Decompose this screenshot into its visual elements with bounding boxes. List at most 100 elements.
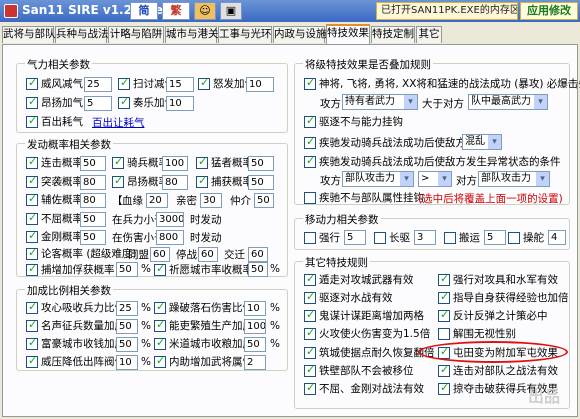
- other-rule-7[interactable]: 火攻使火伤害变为1.5倍: [304, 326, 430, 342]
- lunke-row[interactable]: 论客概率 (超级难度): [26, 246, 137, 262]
- checkbox[interactable]: [26, 262, 38, 276]
- banyun-row[interactable]: 搬运: [444, 230, 480, 246]
- other-rule-4[interactable]: 指导自身获得经验也加倍: [438, 290, 569, 306]
- checkbox[interactable]: [154, 300, 166, 314]
- other-rule-2[interactable]: 强行对攻具和水军有效: [438, 272, 558, 288]
- stack-rule-3[interactable]: 疾驰发动骑兵战法成功后使敌方: [304, 135, 466, 151]
- saotao-input[interactable]: 15: [166, 77, 194, 92]
- checkbox[interactable]: [438, 327, 450, 340]
- checkbox[interactable]: [118, 76, 130, 90]
- caoduo-input[interactable]: 4: [548, 230, 566, 245]
- angyang2-row[interactable]: 昂扬概率: [112, 174, 169, 190]
- simplified-button[interactable]: 简: [130, 2, 158, 20]
- tab-strategy[interactable]: 计略与陷阱: [108, 26, 164, 43]
- checkbox[interactable]: [26, 318, 38, 332]
- buhuo-input[interactable]: 50: [248, 175, 274, 190]
- checkbox[interactable]: [154, 262, 166, 276]
- checkbox[interactable]: [508, 231, 520, 244]
- luoshi-input[interactable]: 10: [244, 301, 266, 316]
- angyang2-input[interactable]: 80: [162, 175, 188, 190]
- neizhu-input[interactable]: 2: [244, 355, 266, 370]
- tab-skill-effects[interactable]: 特技效果: [326, 24, 370, 44]
- fuhao-row[interactable]: 富豪城市收钱加成: [26, 336, 125, 352]
- apply-button[interactable]: 应用修改: [520, 2, 578, 20]
- r1-defender-select[interactable]: 队中最高武力: [468, 94, 548, 110]
- nufa-input[interactable]: 10: [246, 77, 274, 92]
- tab-works[interactable]: 工事与光环: [218, 26, 272, 43]
- checkbox[interactable]: [196, 174, 208, 188]
- jingang-row[interactable]: 金刚概率: [26, 229, 83, 245]
- checkbox[interactable]: [438, 308, 450, 322]
- mengzhe-row[interactable]: 猛者概率: [196, 155, 253, 171]
- checkbox[interactable]: [304, 191, 316, 204]
- buzhuo-input[interactable]: 50: [116, 262, 138, 277]
- checkbox[interactable]: [26, 114, 38, 128]
- weifeng-input[interactable]: 25: [84, 77, 112, 92]
- checkbox[interactable]: [26, 336, 38, 350]
- checkbox[interactable]: [304, 290, 316, 304]
- checkbox[interactable]: [444, 231, 456, 244]
- checkbox[interactable]: [26, 76, 38, 90]
- nengli-input[interactable]: 100: [244, 319, 266, 334]
- settings-icon[interactable]: ▣: [220, 2, 242, 20]
- baichu-link[interactable]: 百出让耗气: [92, 115, 145, 130]
- weifeng-row[interactable]: 威风减气: [26, 76, 83, 92]
- checkbox[interactable]: [304, 381, 316, 395]
- stack-rule-1[interactable]: 神将, 飞将, 勇将, XX将和猛速的战法成功 (暴攻) 必爆击条件: [304, 76, 580, 92]
- r1-attacker-select[interactable]: 持有者武力: [342, 94, 418, 110]
- buqu-input[interactable]: 50: [80, 212, 106, 227]
- tab-other[interactable]: 其它: [416, 26, 442, 43]
- baichu-row[interactable]: 百出耗气: [26, 114, 83, 130]
- fuhao-input[interactable]: 50: [116, 337, 138, 352]
- r4-defender-select[interactable]: 部队攻击力: [478, 171, 550, 187]
- checkbox[interactable]: [304, 135, 316, 149]
- tab-domestic[interactable]: 内政与设施: [273, 26, 327, 43]
- qibing-input[interactable]: 100: [162, 156, 188, 171]
- gongxin-row[interactable]: 攻心吸收兵力比例: [26, 300, 125, 316]
- weiya-row[interactable]: 威压降低出阵阀值: [26, 354, 125, 370]
- checkbox[interactable]: [196, 155, 208, 169]
- checkbox[interactable]: [438, 363, 450, 377]
- zouyue-input[interactable]: 10: [166, 96, 194, 111]
- jingang-input[interactable]: 50: [80, 230, 106, 245]
- fuzuo-row[interactable]: 辅佐概率: [26, 192, 83, 208]
- angyang-input[interactable]: 5: [84, 96, 112, 111]
- other-rule-1[interactable]: 遁走对攻城武器有效: [304, 272, 414, 288]
- caoduo-row[interactable]: 操舵: [508, 230, 544, 246]
- zhongjie-input[interactable]: 50: [254, 193, 274, 208]
- checkbox[interactable]: [26, 300, 38, 314]
- avatar-icon[interactable]: ☺: [194, 2, 216, 20]
- r3-status-select[interactable]: 混乱: [462, 134, 502, 150]
- buzhuo-row[interactable]: 捕增加俘获概率: [26, 262, 115, 278]
- checkbox[interactable]: [26, 155, 38, 169]
- checkbox[interactable]: [304, 154, 316, 168]
- luoshi-row[interactable]: 躁破落石伤害比例: [154, 300, 253, 316]
- other-rule-11[interactable]: 铁壁部队不会被移位: [304, 363, 414, 379]
- qiangxing-input[interactable]: 5: [344, 230, 366, 245]
- xueyuan-input[interactable]: 20: [146, 193, 168, 208]
- traditional-button[interactable]: 繁: [162, 2, 190, 20]
- checkbox[interactable]: [112, 155, 124, 169]
- tab-cities[interactable]: 城市与港关: [165, 26, 219, 43]
- qibing-row[interactable]: 骑兵概率: [112, 155, 169, 171]
- other-rule-9[interactable]: 筑城使据点耐久恢复翻倍: [304, 345, 435, 361]
- other-rule-8[interactable]: 解围无视性别: [438, 326, 516, 342]
- qiyuan-input[interactable]: 50: [248, 262, 268, 277]
- checkbox[interactable]: [438, 290, 450, 304]
- tab-skill-custom[interactable]: 特技定制: [371, 26, 415, 43]
- checkbox[interactable]: [26, 95, 38, 109]
- lianji-row[interactable]: 连击概率: [26, 155, 83, 171]
- fuzuo-input[interactable]: 80: [80, 193, 106, 208]
- checkbox[interactable]: [438, 272, 450, 286]
- checkbox[interactable]: [198, 76, 210, 90]
- other-rule-5[interactable]: 鬼谋计谋距离增加两格: [304, 308, 424, 324]
- lunke-b-input[interactable]: 60: [198, 247, 218, 262]
- other-rule-3[interactable]: 驱逐对水战有效: [304, 290, 393, 306]
- lianji-input[interactable]: 50: [80, 156, 106, 171]
- other-rule-6[interactable]: 反计反弹之计策必中: [438, 308, 548, 324]
- other-rule-13[interactable]: 不屈、金刚对战法有效: [304, 381, 424, 397]
- weiya-input[interactable]: 10: [116, 355, 138, 370]
- checkbox[interactable]: [26, 229, 38, 243]
- gongxin-input[interactable]: 25: [116, 301, 138, 316]
- angyang-row[interactable]: 昂扬加气: [26, 95, 83, 111]
